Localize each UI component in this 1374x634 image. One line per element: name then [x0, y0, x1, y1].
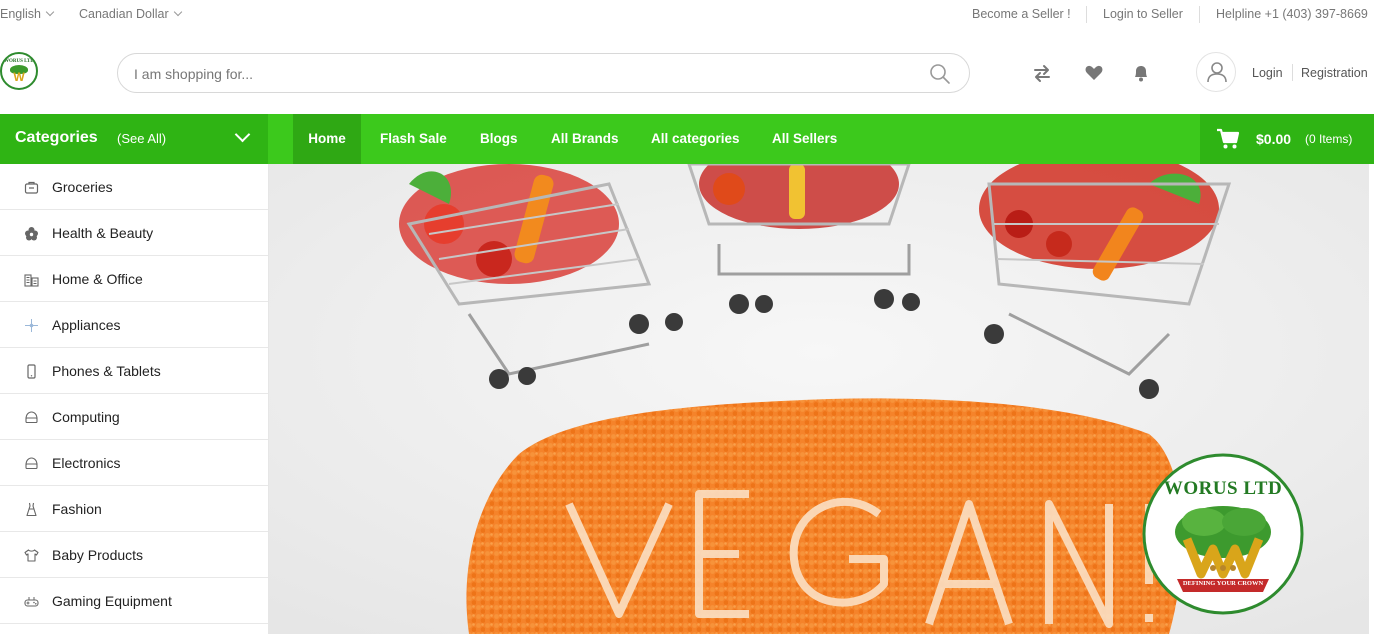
sidebar-item-label: Baby Products [52, 547, 144, 563]
gamepad-icon [24, 597, 39, 607]
divider [1292, 64, 1293, 81]
become-seller-link[interactable]: Become a Seller ! [972, 7, 1071, 21]
sidebar-item-groceries[interactable]: Groceries [0, 164, 268, 210]
phone-icon [27, 364, 36, 379]
computer-icon [25, 411, 38, 424]
cart-icon [1217, 128, 1240, 149]
electronics-icon [25, 457, 38, 470]
sidebar-item-electronics[interactable]: Electronics [0, 440, 268, 486]
hero-banner[interactable]: WORUS LTD DEFINING YOUR CROWN [269, 164, 1369, 634]
logo-text: WORUS LTD [4, 59, 34, 64]
compare-icon[interactable] [1032, 63, 1052, 83]
header: WORUS LTD W Login Registration [0, 30, 1374, 114]
nav-all-brands[interactable]: All Brands [551, 114, 619, 164]
see-all-link[interactable]: (See All) [117, 131, 166, 146]
crown-w-icon: W [13, 70, 25, 84]
cart-count: (0 Items) [1305, 132, 1353, 146]
currency-label: Canadian Dollar [79, 7, 169, 21]
language-label: English [0, 7, 41, 21]
helpline-link[interactable]: Helpline +1 (403) 397-8669 [1216, 7, 1368, 21]
search-icon[interactable] [929, 63, 951, 85]
dress-icon [26, 502, 37, 517]
nav-blogs[interactable]: Blogs [480, 114, 518, 164]
page-gutter [1369, 164, 1374, 634]
wishlist-heart-icon[interactable] [1084, 63, 1104, 83]
login-seller-link[interactable]: Login to Seller [1103, 7, 1183, 21]
nav-flash-sale[interactable]: Flash Sale [380, 114, 447, 164]
nav-all-sellers[interactable]: All Sellers [772, 114, 837, 164]
divider [1199, 6, 1200, 23]
notification-bell-icon[interactable] [1131, 63, 1151, 83]
site-logo[interactable]: WORUS LTD W [0, 52, 38, 90]
sidebar-item-label: Computing [52, 409, 120, 425]
main-nav: Categories (See All) Home Flash Sale Blo… [0, 114, 1374, 164]
sidebar-item-fashion[interactable]: Fashion [0, 486, 268, 532]
search-input[interactable] [134, 63, 914, 85]
login-link[interactable]: Login [1252, 66, 1283, 80]
baby-shirt-icon [24, 549, 39, 562]
sidebar-item-label: Health & Beauty [52, 225, 154, 241]
search-bar [117, 53, 970, 93]
sidebar-item-label: Groceries [52, 179, 113, 195]
category-sidebar: Groceries Health & Beauty Home & Office … [0, 164, 269, 634]
sidebar-item-computing[interactable]: Computing [0, 394, 268, 440]
chevron-down-icon [234, 126, 251, 143]
nav-home[interactable]: Home [293, 114, 361, 164]
sidebar-item-label: Phones & Tablets [52, 363, 161, 379]
sidebar-item-phones-tablets[interactable]: Phones & Tablets [0, 348, 268, 394]
groceries-icon [24, 181, 39, 194]
user-icon [1207, 62, 1227, 83]
logo-ribbon-text: DEFINING YOUR CROWN [1182, 580, 1264, 587]
appliance-icon [25, 319, 38, 332]
categories-title: Categories [15, 129, 98, 146]
sidebar-item-gaming-equipment[interactable]: Gaming Equipment [0, 578, 268, 624]
flower-icon [25, 227, 38, 241]
registration-link[interactable]: Registration [1301, 66, 1368, 80]
chevron-down-icon [45, 7, 55, 17]
sidebar-item-label: Fashion [52, 501, 102, 517]
logo-title: WORUS LTD [1163, 478, 1283, 499]
divider [1086, 6, 1087, 23]
sidebar-item-label: Appliances [52, 317, 121, 333]
chevron-down-icon [173, 7, 182, 17]
sidebar-item-appliances[interactable]: Appliances [0, 302, 268, 348]
cart-amount: $0.00 [1256, 131, 1292, 147]
office-icon [24, 274, 39, 287]
user-avatar[interactable] [1196, 52, 1236, 92]
sidebar-item-label: Gaming Equipment [52, 593, 172, 609]
top-bar: English Canadian Dollar Become a Seller … [0, 0, 1374, 30]
sidebar-item-home-office[interactable]: Home & Office [0, 256, 268, 302]
sidebar-item-label: Home & Office [52, 271, 143, 287]
nav-all-categories[interactable]: All categories [651, 114, 740, 164]
sidebar-item-label: Electronics [52, 455, 121, 471]
cart-button[interactable]: $0.00 (0 Items) [1200, 114, 1374, 164]
language-selector[interactable]: English [0, 7, 55, 21]
sidebar-item-health-beauty[interactable]: Health & Beauty [0, 210, 268, 256]
hero-image [269, 164, 1369, 634]
sidebar-item-baby-products[interactable]: Baby Products [0, 532, 268, 578]
lentil-vegan-illustration [466, 398, 1183, 634]
currency-selector[interactable]: Canadian Dollar [79, 7, 182, 21]
categories-toggle[interactable]: Categories (See All) [0, 114, 268, 164]
